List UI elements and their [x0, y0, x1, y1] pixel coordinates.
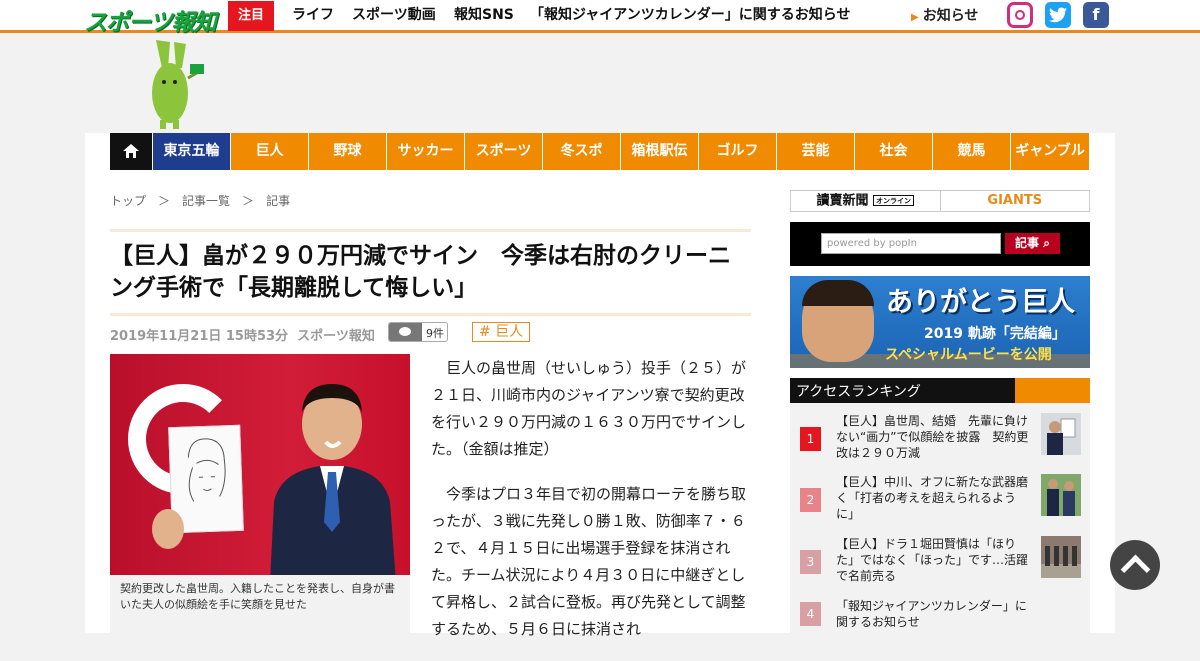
article-title: 【巨人】畠が２９０万円減でサイン 今季は右肘のクリーニング手術で「長期離脱して悔… — [110, 243, 731, 301]
article-photo[interactable] — [110, 354, 410, 575]
rank-headline: 「報知ジャイアンツカレンダー」に関するお知らせ — [836, 599, 1027, 629]
nav-home[interactable] — [110, 133, 153, 170]
notice-link[interactable]: ▶ お知らせ — [911, 0, 978, 30]
ranking-item-1[interactable]: 1 【巨人】畠世周、結婚 先輩に負けない“画力”で似顔絵を披露 契約更改は２９０… — [800, 413, 1088, 469]
mascot-icon — [152, 40, 204, 129]
comment-count: 9件 — [426, 327, 444, 340]
breadcrumb-article-list[interactable]: 記事一覧 — [182, 194, 230, 208]
instagram-icon[interactable] — [1007, 2, 1033, 28]
category-horse-racing[interactable]: 競馬 — [933, 133, 1011, 170]
breadcrumb-separator: ＞ — [242, 194, 255, 208]
giants-link[interactable]: GIANTS — [941, 191, 1090, 211]
rank-thumbnail — [1041, 536, 1081, 578]
category-society[interactable]: 社会 — [855, 133, 933, 170]
breadcrumb: トップ ＞ 記事一覧 ＞ 記事 — [110, 192, 302, 209]
category-soccer[interactable]: サッカー — [387, 133, 465, 170]
category-entertainment[interactable]: 芸能 — [777, 133, 855, 170]
nav-calendar-notice[interactable]: 「報知ジャイアンツカレンダー」に関するお知らせ — [530, 0, 850, 30]
rank-number: 4 — [800, 602, 821, 626]
nav-hochi-sns[interactable]: 報知SNS — [454, 0, 514, 30]
thank-you-giants-banner[interactable]: ありがとう巨人 2019 軌跡「完結編」 スペシャルムービーを公開 — [790, 276, 1090, 368]
ranking-title: アクセスランキング — [796, 384, 921, 400]
yomiuri-link[interactable]: 讀賣新聞 オンライン — [791, 191, 941, 211]
article-date: 2019年11月21日 15時53分 — [110, 329, 289, 344]
breadcrumb-separator: ＞ — [158, 194, 171, 208]
category-winter-sports[interactable]: 冬スポ — [543, 133, 621, 170]
category-hakone-ekiden[interactable]: 箱根駅伝 — [621, 133, 699, 170]
search-button[interactable]: 記事 ⌕ — [1005, 233, 1060, 254]
triangle-right-icon: ▶ — [911, 12, 919, 23]
top-header: スポーツ報知 注目 ライフ スポーツ動画 報知SNS 「報知ジャイアンツカレンダ… — [0, 0, 1200, 36]
featured-badge[interactable]: 注目 — [228, 1, 274, 31]
scroll-to-top-button[interactable] — [1110, 540, 1160, 590]
rank-thumbnail — [1041, 413, 1081, 455]
rank-headline: 【巨人】中川、オフに新たな武器磨く「打者の考えを超えられるように」 — [836, 475, 1029, 521]
tag-giants[interactable]: # 巨人 — [472, 322, 531, 342]
comment-bubble-icon — [389, 323, 422, 341]
article-paragraph: 巨人の畠世周（せいしゅう）投手（２５）が２１日、川崎市内のジャイアンツ寮で契約更… — [431, 359, 747, 458]
rank-headline: 【巨人】畠世周、結婚 先輩に負けない“画力”で似顔絵を披露 契約更改は２９０万減 — [836, 414, 1029, 460]
rank-headline: 【巨人】ドラ１堀田賢慎は「ほりた」ではなく「ほった」です…活躍で名前売る — [836, 537, 1029, 583]
category-giants[interactable]: 巨人 — [231, 133, 309, 170]
banner-subtitle: 2019 軌跡「完結編」 — [924, 326, 1066, 342]
search-icon: ⌕ — [1043, 236, 1050, 250]
article-meta: 2019年11月21日 15時53分 スポーツ報知 — [110, 325, 375, 344]
category-sports[interactable]: スポーツ — [465, 133, 543, 170]
notice-label: お知らせ — [922, 8, 979, 24]
photo-caption: 契約更改した畠世周。入籍したことを発表し、自身が書いた夫人の似顔絵を手に笑顔を見… — [110, 575, 410, 635]
ranking-item-4[interactable]: 4 「報知ジャイアンツカレンダー」に関するお知らせ — [800, 598, 1088, 654]
category-baseball[interactable]: 野球 — [309, 133, 387, 170]
rank-number: 3 — [800, 550, 821, 574]
search-button-label: 記事 — [1015, 236, 1040, 250]
site-logo[interactable]: スポーツ報知 — [84, 3, 217, 37]
category-gambling[interactable]: ギャンブル — [1011, 133, 1089, 170]
search-input[interactable]: powered by popIn — [821, 233, 1001, 254]
rank-number: 1 — [800, 427, 821, 451]
banner-title: ありがとう巨人 — [886, 287, 1075, 318]
banner-cta: スペシャルムービーを公開 — [885, 347, 1052, 363]
search-box: powered by popIn 記事 ⌕ — [790, 222, 1090, 266]
article-title-box: 【巨人】畠が２９０万円減でサイン 今季は右肘のクリーニング手術で「長期離脱して悔… — [110, 229, 751, 316]
facebook-icon[interactable]: f — [1083, 2, 1109, 28]
nav-sports-video[interactable]: スポーツ動画 — [352, 0, 436, 30]
article-paragraph: 今季はプロ３年目で初の開幕ローテを勝ち取ったが、３戦に先発し０勝１敗、防御率７・… — [431, 485, 747, 638]
yomiuri-online-label: オンライン — [873, 195, 915, 206]
article-source: スポーツ報知 — [297, 329, 375, 344]
rank-thumbnail — [1041, 474, 1081, 516]
breadcrumb-top[interactable]: トップ — [110, 194, 146, 208]
category-tokyo-olympics[interactable]: 東京五輪 — [153, 133, 231, 170]
article-body: 巨人の畠世周（せいしゅう）投手（２５）が２１日、川崎市内のジャイアンツ寮で契約更… — [431, 355, 749, 661]
twitter-icon[interactable] — [1045, 2, 1071, 28]
player-figure — [270, 384, 396, 575]
ranking-header: アクセスランキング — [790, 378, 1090, 403]
category-golf[interactable]: ゴルフ — [699, 133, 777, 170]
rank-number: 2 — [800, 488, 821, 512]
comment-count-button[interactable]: 9件 — [388, 322, 448, 342]
yomiuri-label: 讀賣新聞 — [816, 193, 869, 209]
partner-links: 讀賣新聞 オンライン GIANTS — [790, 190, 1090, 212]
nav-life[interactable]: ライフ — [292, 0, 334, 30]
breadcrumb-article: 記事 — [266, 194, 291, 208]
category-nav: 東京五輪 巨人 野球 サッカー スポーツ 冬スポ 箱根駅伝 ゴルフ 芸能 社会 … — [110, 133, 1089, 170]
home-icon — [123, 144, 139, 158]
ranking-item-2[interactable]: 2 【巨人】中川、オフに新たな武器磨く「打者の考えを超えられるように」 — [800, 474, 1088, 530]
ranking-item-3[interactable]: 3 【巨人】ドラ１堀田賢慎は「ほりた」ではなく「ほった」です…活躍で名前売る — [800, 536, 1088, 592]
